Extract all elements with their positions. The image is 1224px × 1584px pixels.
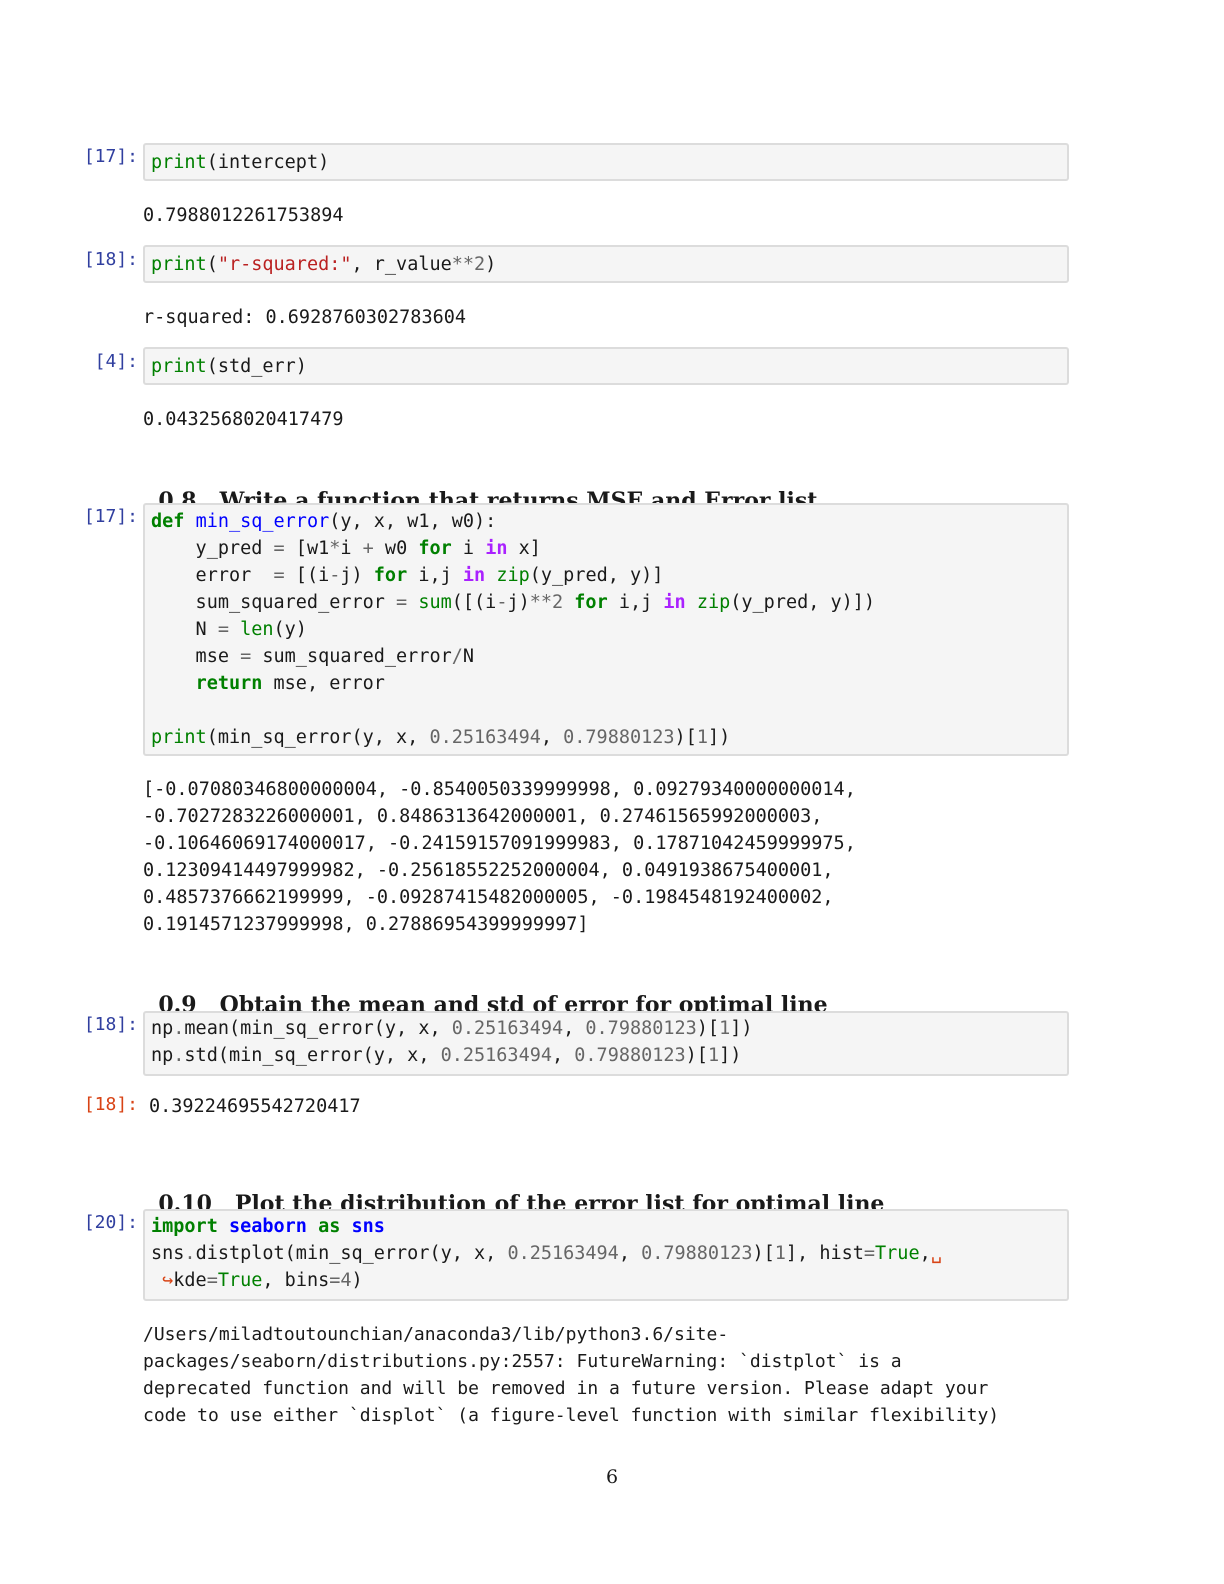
output-prompt: [18]: xyxy=(83,1094,138,1115)
code-cell[interactable]: def min_sq_error(y, x, w1, w0): y_pred =… xyxy=(143,503,1069,756)
code-line: import seaborn as sns xyxy=(151,1216,385,1237)
cell-output: 0.7988012261753894 xyxy=(143,205,344,226)
code-cell[interactable]: print(intercept) xyxy=(143,143,1069,181)
code-line: print(std_err) xyxy=(151,356,307,377)
input-prompt: [17]: xyxy=(83,146,138,167)
code-line: ↪kde=True, bins=4) xyxy=(162,1270,363,1291)
code-block: np.mean(min_sq_error(y, x, 0.25163494, 0… xyxy=(145,1013,1067,1069)
code-line: error = [(i-j) for i,j in zip(y_pred, y)… xyxy=(151,565,664,586)
code-line: sum_squared_error = sum([(i-j)**2 for i,… xyxy=(151,592,876,613)
page-number: 6 xyxy=(605,1466,619,1488)
warning-output: /Users/miladtoutounchian/anaconda3/lib/p… xyxy=(143,1324,1000,1426)
code-line: sns.distplot(min_sq_error(y, x, 0.251634… xyxy=(151,1243,942,1264)
code-line: def min_sq_error(y, x, w1, w0): xyxy=(151,511,497,532)
code-line: y_pred = [w1*i + w0 for i in x] xyxy=(151,538,541,559)
code-block: print(std_err) xyxy=(145,349,1067,380)
code-block: def min_sq_error(y, x, w1, w0): y_pred =… xyxy=(145,505,1067,751)
input-prompt: [18]: xyxy=(83,1014,138,1035)
code-line: print("r-squared:", r_value**2) xyxy=(151,254,497,275)
input-prompt: [20]: xyxy=(83,1212,138,1233)
code-line: mse = sum_squared_error/N xyxy=(151,646,475,667)
cell-output: [-0.07080346800000004, -0.85400503399999… xyxy=(143,779,856,935)
code-line: np.std(min_sq_error(y, x, 0.25163494, 0.… xyxy=(151,1045,742,1066)
code-block: import seaborn as sns sns.distplot(min_sq… xyxy=(145,1211,1067,1294)
code-line: return mse, error xyxy=(195,673,385,694)
cell-output: 0.39224695542720417 xyxy=(149,1096,361,1117)
code-cell[interactable]: print("r-squared:", r_value**2) xyxy=(143,245,1069,283)
input-prompt: [17]: xyxy=(83,506,138,527)
code-block: print("r-squared:", r_value**2) xyxy=(145,247,1067,278)
code-cell[interactable]: np.mean(min_sq_error(y, x, 0.25163494, 0… xyxy=(143,1011,1069,1076)
cell-output: r-squared: 0.6928760302783604 xyxy=(143,307,467,328)
code-line: print(min_sq_error(y, x, 0.25163494, 0.7… xyxy=(151,727,731,748)
input-prompt: [4]: xyxy=(94,351,138,372)
input-prompt: [18]: xyxy=(83,249,138,270)
code-line: np.mean(min_sq_error(y, x, 0.25163494, 0… xyxy=(151,1018,753,1039)
code-line: N = len(y) xyxy=(151,619,307,640)
code-line: print(intercept) xyxy=(151,152,330,173)
cell-output: 0.0432568020417479 xyxy=(143,409,344,430)
code-block: print(intercept) xyxy=(145,145,1067,176)
code-cell[interactable]: print(std_err) xyxy=(143,347,1069,385)
code-cell[interactable]: import seaborn as sns sns.distplot(min_sq… xyxy=(143,1209,1069,1301)
